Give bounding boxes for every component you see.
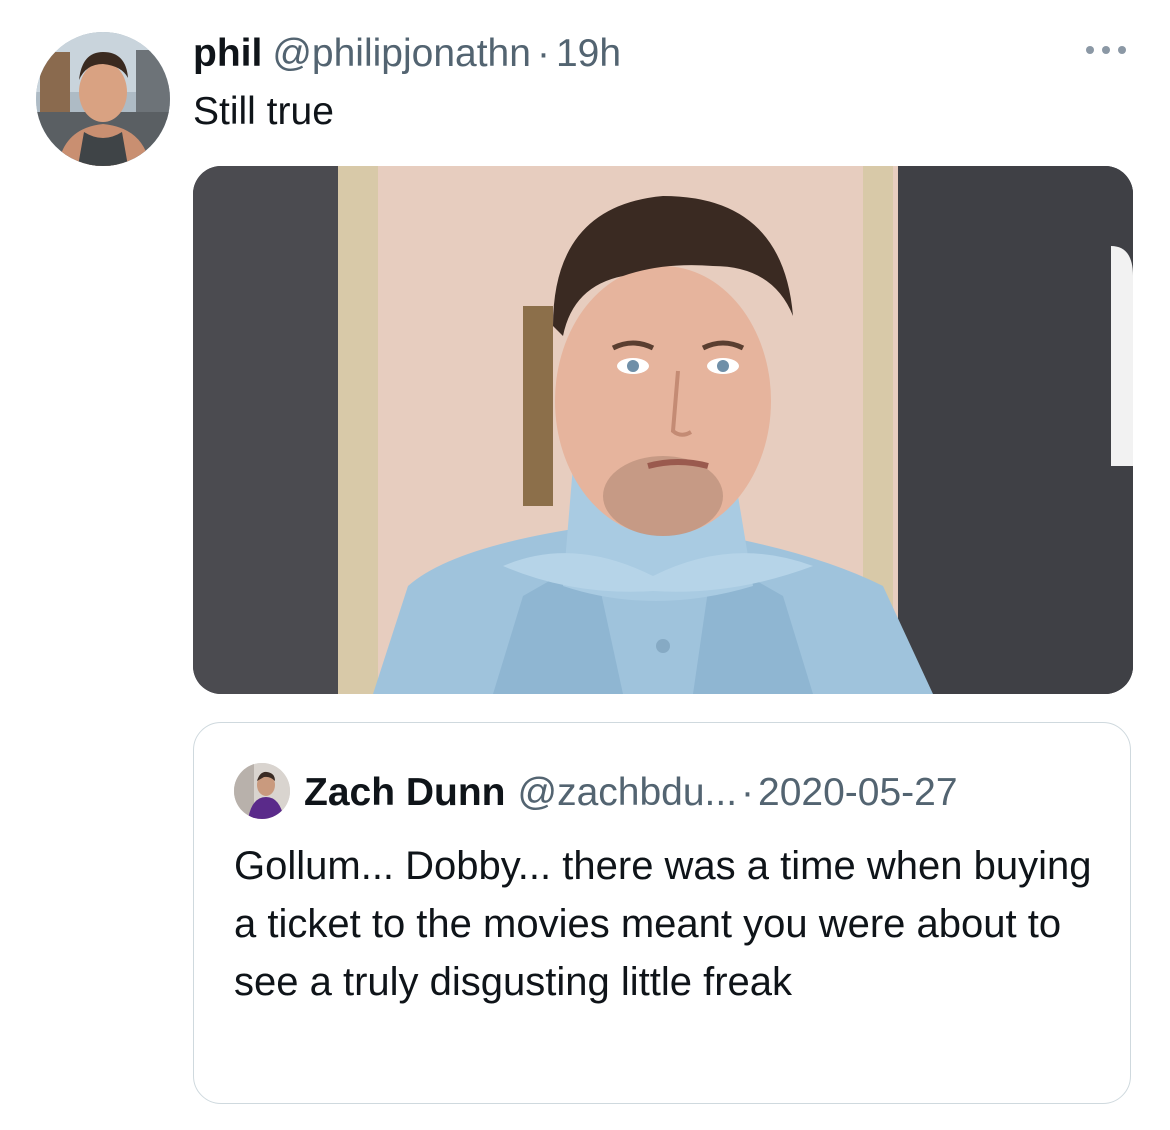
quote-text: Gollum... Dobby... there was a time when… [234, 844, 1092, 1004]
tweet-timestamp[interactable]: 19h [556, 28, 621, 80]
quote-author-display-name[interactable]: Zach Dunn [304, 767, 506, 819]
author-display-name[interactable]: phil [193, 28, 262, 80]
quote-header: Zach Dunn @zachbdu... · 2020-05-27 [304, 767, 958, 819]
quote-separator-dot: · [741, 771, 755, 814]
quote-date[interactable]: 2020-05-27 [758, 767, 958, 819]
tweet-photo[interactable] [193, 166, 1133, 694]
more-horizontal-icon [1086, 46, 1126, 54]
tweet-header: phil @philipjonathn · 19h [193, 28, 621, 80]
more-options-button[interactable] [1078, 30, 1134, 70]
author-avatar[interactable] [36, 32, 170, 166]
separator-dot: · [536, 32, 550, 75]
quote-author-handle[interactable]: @zachbdu... [518, 767, 738, 819]
quote-avatar-photo [234, 763, 290, 819]
avatar-photo [36, 32, 170, 166]
portrait-photo [193, 166, 1133, 694]
quote-tweet-card[interactable]: Zach Dunn @zachbdu... · 2020-05-27 Gollu… [193, 722, 1131, 1104]
tweet-text: Still true [193, 90, 334, 133]
quote-author-avatar[interactable] [234, 763, 290, 819]
author-handle[interactable]: @philipjonathn [272, 28, 531, 80]
